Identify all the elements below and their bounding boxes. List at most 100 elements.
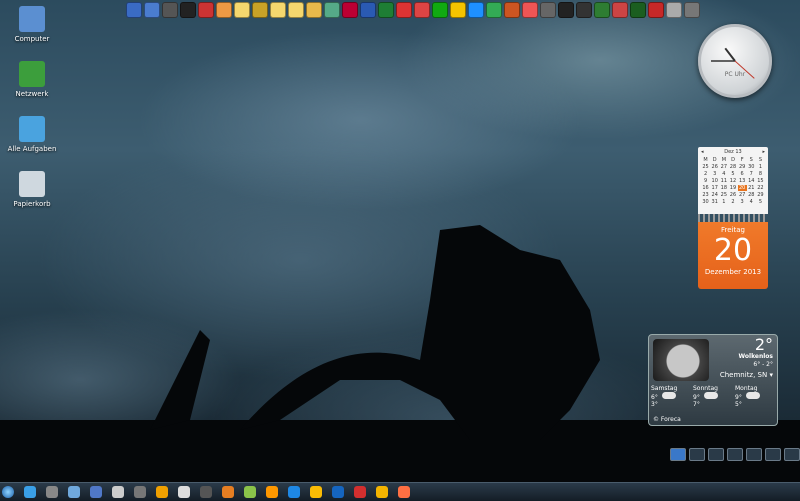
calendar-day-cell[interactable]: 13 xyxy=(738,178,747,184)
calendar-day-cell[interactable]: 4 xyxy=(719,171,728,177)
virtual-desktop-button[interactable] xyxy=(727,448,743,461)
taskbar-app-icon[interactable] xyxy=(332,486,344,498)
quicklaunch-app-icon[interactable] xyxy=(486,2,502,18)
quicklaunch-app-icon[interactable] xyxy=(216,2,232,18)
clock-gadget[interactable]: PC Uhr xyxy=(698,24,772,98)
quicklaunch-app-icon[interactable] xyxy=(270,2,286,18)
start-orb-icon[interactable] xyxy=(2,486,14,498)
taskbar-app-icon[interactable] xyxy=(178,486,190,498)
calendar-day-cell[interactable]: 30 xyxy=(747,164,756,170)
quicklaunch-app-icon[interactable] xyxy=(504,2,520,18)
calendar-day-cell[interactable]: 11 xyxy=(719,178,728,184)
calendar-day-cell[interactable]: 5 xyxy=(756,199,765,205)
quicklaunch-app-icon[interactable] xyxy=(450,2,466,18)
calendar-day-cell[interactable]: 23 xyxy=(701,192,710,198)
taskbar-app-icon[interactable] xyxy=(376,486,388,498)
taskbar-app-icon[interactable] xyxy=(288,486,300,498)
quicklaunch-app-icon[interactable] xyxy=(324,2,340,18)
calendar-day-cell[interactable]: 27 xyxy=(738,192,747,198)
calendar-day-cell[interactable]: 22 xyxy=(756,185,765,191)
calendar-day-cell[interactable]: 29 xyxy=(756,192,765,198)
quicklaunch-app-icon[interactable] xyxy=(666,2,682,18)
virtual-desktop-button[interactable] xyxy=(784,448,800,461)
quicklaunch-app-icon[interactable] xyxy=(162,2,178,18)
calendar-day-cell[interactable]: 20 xyxy=(737,185,747,191)
calendar-day-cell[interactable]: 26 xyxy=(728,192,737,198)
calendar-day-cell[interactable]: 14 xyxy=(747,178,756,184)
quicklaunch-app-icon[interactable] xyxy=(522,2,538,18)
calendar-day-cell[interactable]: 10 xyxy=(710,178,719,184)
dropdown-icon[interactable]: ▾ xyxy=(769,371,773,379)
calendar-day-cell[interactable]: 8 xyxy=(756,171,765,177)
taskbar-app-icon[interactable] xyxy=(244,486,256,498)
calendar-day-cell[interactable]: 15 xyxy=(756,178,765,184)
calendar-day-cell[interactable]: 24 xyxy=(710,192,719,198)
calendar-day-cell[interactable]: 16 xyxy=(701,185,710,191)
prev-month-icon[interactable]: ◂ xyxy=(701,149,704,155)
virtual-desktop-button[interactable] xyxy=(765,448,781,461)
calendar-day-cell[interactable]: 25 xyxy=(701,164,710,170)
quicklaunch-app-icon[interactable] xyxy=(234,2,250,18)
desktop-icon-recycle-bin[interactable]: Papierkorb xyxy=(4,171,60,208)
calendar-day-cell[interactable]: 29 xyxy=(738,164,747,170)
quicklaunch-app-icon[interactable] xyxy=(396,2,412,18)
calendar-day-cell[interactable]: 9 xyxy=(701,178,710,184)
quicklaunch-app-icon[interactable] xyxy=(126,2,142,18)
virtual-desktop-button[interactable] xyxy=(708,448,724,461)
quicklaunch-app-icon[interactable] xyxy=(630,2,646,18)
taskbar-app-icon[interactable] xyxy=(46,486,58,498)
quicklaunch-app-icon[interactable] xyxy=(540,2,556,18)
quicklaunch-app-icon[interactable] xyxy=(612,2,628,18)
quicklaunch-app-icon[interactable] xyxy=(648,2,664,18)
virtual-desktop-button[interactable] xyxy=(746,448,762,461)
next-month-icon[interactable]: ▸ xyxy=(762,149,765,155)
weather-gadget[interactable]: 2° Wolkenlos 6° - 2° Chemnitz, SN ▾ Sams… xyxy=(648,334,778,426)
desktop-icon-network[interactable]: Netzwerk xyxy=(4,61,60,98)
calendar-day-cell[interactable]: 27 xyxy=(719,164,728,170)
taskbar-app-icon[interactable] xyxy=(24,486,36,498)
quicklaunch-app-icon[interactable] xyxy=(378,2,394,18)
calendar-day-cell[interactable]: 17 xyxy=(710,185,719,191)
taskbar-app-icon[interactable] xyxy=(68,486,80,498)
calendar-day-cell[interactable]: 2 xyxy=(728,199,737,205)
virtual-desktop-button[interactable] xyxy=(670,448,686,461)
calendar-day-cell[interactable]: 3 xyxy=(738,199,747,205)
quicklaunch-app-icon[interactable] xyxy=(594,2,610,18)
quicklaunch-app-icon[interactable] xyxy=(576,2,592,18)
taskbar-app-icon[interactable] xyxy=(398,486,410,498)
quicklaunch-app-icon[interactable] xyxy=(198,2,214,18)
taskbar-app-icon[interactable] xyxy=(156,486,168,498)
taskbar-app-icon[interactable] xyxy=(200,486,212,498)
calendar-day-cell[interactable]: 4 xyxy=(747,199,756,205)
calendar-day-cell[interactable]: 21 xyxy=(747,185,756,191)
calendar-day-cell[interactable]: 3 xyxy=(710,171,719,177)
quicklaunch-app-icon[interactable] xyxy=(414,2,430,18)
quicklaunch-app-icon[interactable] xyxy=(360,2,376,18)
calendar-day-cell[interactable]: 1 xyxy=(719,199,728,205)
desktop-icon-tasks[interactable]: Alle Aufgaben xyxy=(4,116,60,153)
calendar-day-cell[interactable]: 5 xyxy=(728,171,737,177)
desktop-icon-computer[interactable]: Computer xyxy=(4,6,60,43)
calendar-day-cell[interactable]: 2 xyxy=(701,171,710,177)
calendar-day-cell[interactable]: 6 xyxy=(738,171,747,177)
virtual-desktop-button[interactable] xyxy=(689,448,705,461)
taskbar-app-icon[interactable] xyxy=(90,486,102,498)
quicklaunch-app-icon[interactable] xyxy=(252,2,268,18)
calendar-day-cell[interactable]: 19 xyxy=(728,185,737,191)
calendar-day-cell[interactable]: 31 xyxy=(710,199,719,205)
calendar-day-cell[interactable]: 28 xyxy=(728,164,737,170)
calendar-day-cell[interactable]: 26 xyxy=(710,164,719,170)
calendar-gadget[interactable]: ◂ Dez 13 ▸ M D M D F S S 25 26 27 28 29 30 1 2 3 4 5 6 7 8 9 1… xyxy=(698,147,768,289)
taskbar-app-icon[interactable] xyxy=(134,486,146,498)
quicklaunch-app-icon[interactable] xyxy=(432,2,448,18)
calendar-day-cell[interactable]: 30 xyxy=(701,199,710,205)
quicklaunch-app-icon[interactable] xyxy=(288,2,304,18)
calendar-day-cell[interactable]: 12 xyxy=(728,178,737,184)
calendar-day-cell[interactable]: 7 xyxy=(747,171,756,177)
calendar-day-cell[interactable]: 1 xyxy=(756,164,765,170)
quicklaunch-app-icon[interactable] xyxy=(306,2,322,18)
quicklaunch-app-icon[interactable] xyxy=(684,2,700,18)
calendar-day-cell[interactable]: 18 xyxy=(719,185,728,191)
quicklaunch-app-icon[interactable] xyxy=(144,2,160,18)
calendar-day-cell[interactable]: 28 xyxy=(747,192,756,198)
